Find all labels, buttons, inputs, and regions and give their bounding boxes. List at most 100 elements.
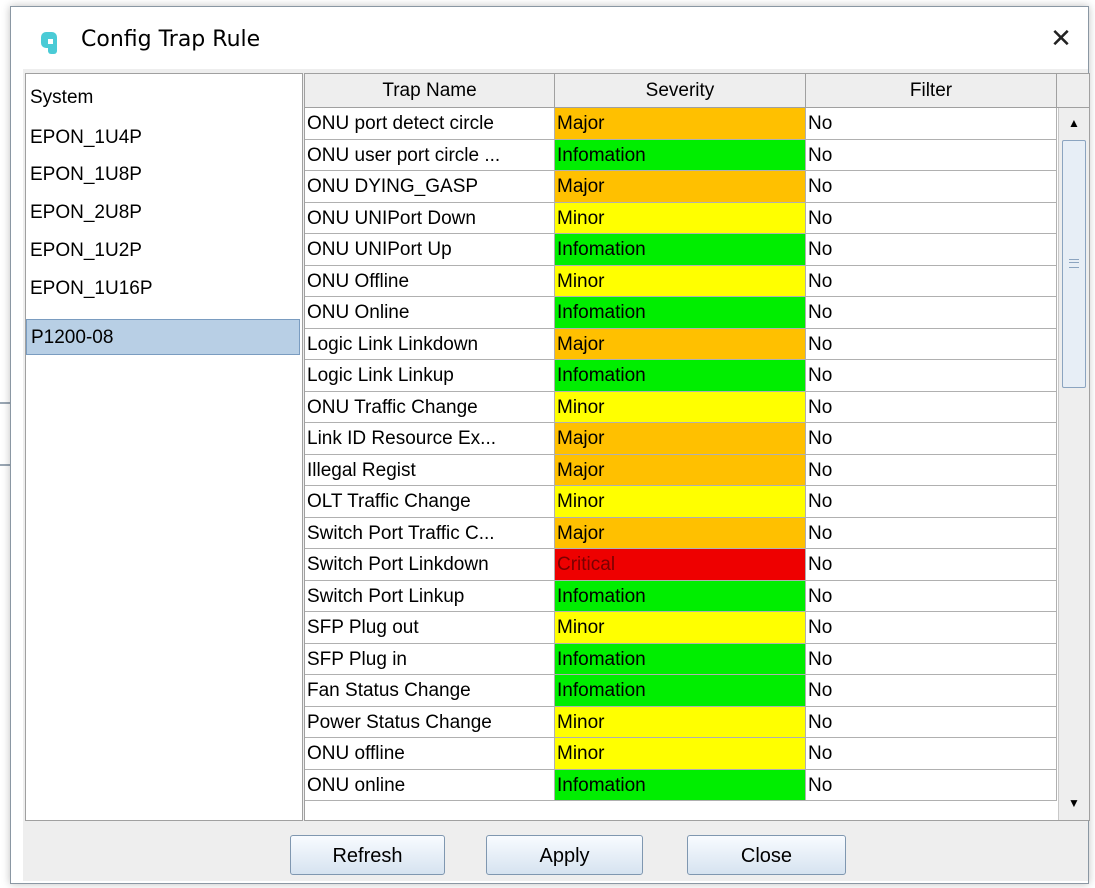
filter-cell[interactable]: No — [806, 517, 1057, 549]
severity-cell[interactable]: Infomation — [555, 234, 806, 266]
table-row[interactable]: ONU port detect circle Major No — [305, 108, 1057, 140]
severity-cell[interactable]: Minor — [555, 612, 806, 644]
severity-cell[interactable]: Major — [555, 423, 806, 455]
app-logo-icon — [41, 32, 57, 54]
list-item-system[interactable]: System — [26, 80, 300, 116]
filter-cell[interactable]: No — [806, 171, 1057, 203]
close-icon[interactable]: ✕ — [1041, 21, 1081, 57]
table-row[interactable]: ONU Offline Minor No — [305, 265, 1057, 297]
trap-name-cell: ONU UNIPort Up — [305, 234, 555, 266]
trap-name-cell: ONU Traffic Change — [305, 391, 555, 423]
table-row[interactable]: Link ID Resource Ex... Major No — [305, 423, 1057, 455]
close-button[interactable]: Close — [687, 835, 846, 875]
filter-cell[interactable]: No — [806, 549, 1057, 581]
filter-cell[interactable]: No — [806, 706, 1057, 738]
table-row[interactable]: ONU user port circle ... Infomation No — [305, 139, 1057, 171]
column-header-trap-name[interactable]: Trap Name — [305, 74, 555, 107]
filter-cell[interactable]: No — [806, 328, 1057, 360]
trap-name-cell: Illegal Regist — [305, 454, 555, 486]
severity-cell[interactable]: Infomation — [555, 580, 806, 612]
filter-cell[interactable]: No — [806, 360, 1057, 392]
severity-cell[interactable]: Major — [555, 454, 806, 486]
severity-cell[interactable]: Major — [555, 328, 806, 360]
severity-cell[interactable]: Minor — [555, 706, 806, 738]
severity-cell[interactable]: Infomation — [555, 139, 806, 171]
table-row[interactable]: ONU Traffic Change Minor No — [305, 391, 1057, 423]
list-item-p1200-08[interactable]: P1200-08 — [26, 319, 300, 355]
severity-cell[interactable]: Infomation — [555, 297, 806, 329]
filter-cell[interactable]: No — [806, 643, 1057, 675]
filter-cell[interactable]: No — [806, 108, 1057, 140]
device-type-list: System EPON_1U4P EPON_1U8P EPON_2U8P EPO… — [25, 73, 303, 821]
severity-cell[interactable]: Major — [555, 171, 806, 203]
filter-cell[interactable]: No — [806, 391, 1057, 423]
filter-cell[interactable]: No — [806, 738, 1057, 770]
severity-cell[interactable]: Critical — [555, 549, 806, 581]
table-row[interactable]: ONU DYING_GASP Major No — [305, 171, 1057, 203]
trap-name-cell: ONU Offline — [305, 265, 555, 297]
trap-name-cell: ONU user port circle ... — [305, 139, 555, 171]
table-row[interactable]: ONU Online Infomation No — [305, 297, 1057, 329]
table-row[interactable]: Switch Port Linkdown Critical No — [305, 549, 1057, 581]
severity-cell[interactable]: Infomation — [555, 675, 806, 707]
filter-cell[interactable]: No — [806, 297, 1057, 329]
filter-cell[interactable]: No — [806, 202, 1057, 234]
filter-cell[interactable]: No — [806, 265, 1057, 297]
column-header-filter[interactable]: Filter — [806, 74, 1057, 107]
trap-name-cell: ONU Online — [305, 297, 555, 329]
filter-cell[interactable]: No — [806, 580, 1057, 612]
trap-name-cell: ONU offline — [305, 738, 555, 770]
filter-cell[interactable]: No — [806, 139, 1057, 171]
apply-button[interactable]: Apply — [486, 835, 643, 875]
severity-cell[interactable]: Minor — [555, 486, 806, 518]
severity-cell[interactable]: Minor — [555, 265, 806, 297]
severity-cell[interactable]: Minor — [555, 202, 806, 234]
trap-name-cell: SFP Plug in — [305, 643, 555, 675]
refresh-button[interactable]: Refresh — [290, 835, 445, 875]
list-item-epon-2u8p[interactable]: EPON_2U8P — [26, 195, 300, 231]
table-row[interactable]: OLT Traffic Change Minor No — [305, 486, 1057, 518]
table-row[interactable]: ONU UNIPort Up Infomation No — [305, 234, 1057, 266]
table-row[interactable]: ONU offline Minor No — [305, 738, 1057, 770]
scroll-up-icon[interactable]: ▲ — [1059, 108, 1089, 138]
table-row[interactable]: Logic Link Linkup Infomation No — [305, 360, 1057, 392]
severity-cell[interactable]: Infomation — [555, 360, 806, 392]
filter-cell[interactable]: No — [806, 769, 1057, 801]
config-trap-rule-dialog: Config Trap Rule ✕ System EPON_1U4P EPON… — [10, 6, 1090, 884]
list-item-epon-1u16p[interactable]: EPON_1U16P — [26, 271, 300, 307]
trap-name-cell: Power Status Change — [305, 706, 555, 738]
filter-cell[interactable]: No — [806, 675, 1057, 707]
table-row[interactable]: SFP Plug in Infomation No — [305, 643, 1057, 675]
list-item-epon-1u4p[interactable]: EPON_1U4P — [26, 120, 300, 156]
filter-cell[interactable]: No — [806, 454, 1057, 486]
severity-cell[interactable]: Infomation — [555, 643, 806, 675]
filter-cell[interactable]: No — [806, 612, 1057, 644]
table-row[interactable]: SFP Plug out Minor No — [305, 612, 1057, 644]
severity-cell[interactable]: Major — [555, 517, 806, 549]
filter-cell[interactable]: No — [806, 423, 1057, 455]
table-row[interactable]: Switch Port Traffic C... Major No — [305, 517, 1057, 549]
filter-cell[interactable]: No — [806, 234, 1057, 266]
severity-cell[interactable]: Major — [555, 108, 806, 140]
scroll-down-icon[interactable]: ▼ — [1059, 788, 1089, 818]
filter-cell[interactable]: No — [806, 486, 1057, 518]
table-row[interactable]: Logic Link Linkdown Major No — [305, 328, 1057, 360]
table-row[interactable]: Illegal Regist Major No — [305, 454, 1057, 486]
table-row[interactable]: ONU online Infomation No — [305, 769, 1057, 801]
table-row[interactable]: Power Status Change Minor No — [305, 706, 1057, 738]
severity-cell[interactable]: Minor — [555, 738, 806, 770]
list-item-epon-1u8p[interactable]: EPON_1U8P — [26, 157, 300, 193]
severity-cell[interactable]: Infomation — [555, 769, 806, 801]
severity-cell[interactable]: Minor — [555, 391, 806, 423]
table-row[interactable]: ONU UNIPort Down Minor No — [305, 202, 1057, 234]
list-item-epon-1u2p[interactable]: EPON_1U2P — [26, 233, 300, 269]
trap-name-cell: Switch Port Linkup — [305, 580, 555, 612]
trap-table: Trap Name Severity Filter ONU port detec… — [304, 73, 1090, 821]
trap-name-cell: Fan Status Change — [305, 675, 555, 707]
table-row[interactable]: Fan Status Change Infomation No — [305, 675, 1057, 707]
table-row[interactable]: Switch Port Linkup Infomation No — [305, 580, 1057, 612]
vertical-scrollbar[interactable]: ▲ ▼ — [1058, 108, 1089, 820]
column-header-severity[interactable]: Severity — [555, 74, 806, 107]
background-divider — [0, 402, 10, 404]
scroll-thumb[interactable] — [1062, 140, 1086, 388]
